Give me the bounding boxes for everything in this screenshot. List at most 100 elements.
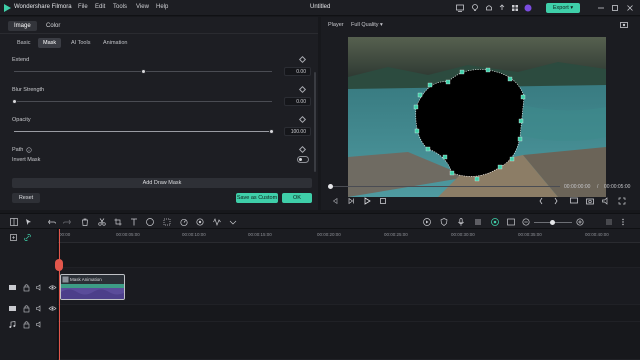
menu-view[interactable]: View xyxy=(136,4,149,10)
tab-color[interactable]: Color xyxy=(40,21,66,31)
render-play-icon[interactable] xyxy=(422,217,432,227)
keyframe-diamond-icon[interactable] xyxy=(298,55,307,64)
panel-scrollbar[interactable] xyxy=(314,72,316,172)
speed-icon[interactable] xyxy=(179,217,189,227)
subtab-mask[interactable]: Mask xyxy=(38,38,62,48)
playhead[interactable] xyxy=(59,229,60,360)
extend-slider-thumb[interactable] xyxy=(141,69,146,74)
lock-icon[interactable] xyxy=(22,320,31,329)
display-icon[interactable] xyxy=(569,196,579,206)
tab-image[interactable]: Image xyxy=(8,21,37,31)
zoom-out-icon[interactable] xyxy=(521,217,531,227)
blur-strength-slider[interactable] xyxy=(14,101,272,102)
add-track-icon[interactable] xyxy=(9,233,18,242)
keyframe-diamond-icon[interactable] xyxy=(298,85,307,94)
mark-in-icon[interactable] xyxy=(537,197,545,205)
play-icon[interactable] xyxy=(363,197,371,205)
close-icon[interactable] xyxy=(625,3,635,13)
progress-thumb[interactable] xyxy=(328,184,333,189)
menu-tools[interactable]: Tools xyxy=(113,4,127,10)
ruler-label: 00:00:40:00 xyxy=(585,232,609,237)
lock-icon[interactable] xyxy=(22,304,31,313)
maximize-icon[interactable] xyxy=(610,3,620,13)
video-preview[interactable] xyxy=(348,37,606,197)
magnet-icon[interactable] xyxy=(506,217,516,227)
grid-icon[interactable] xyxy=(510,3,520,13)
ok-button[interactable]: OK xyxy=(282,193,312,203)
volume-icon[interactable] xyxy=(601,196,611,206)
zoom-in-icon[interactable] xyxy=(575,217,585,227)
export-button[interactable]: Export ▾ xyxy=(546,3,580,13)
camera-icon[interactable] xyxy=(585,196,595,206)
subtab-ai-tools[interactable]: AI Tools xyxy=(66,38,95,48)
stop-icon[interactable] xyxy=(379,197,387,205)
track-row[interactable] xyxy=(58,268,640,305)
keyframe-diamond-icon[interactable] xyxy=(298,145,307,154)
play-frame-icon[interactable] xyxy=(347,197,355,205)
color-palette-icon[interactable] xyxy=(145,217,155,227)
mute-icon[interactable] xyxy=(35,283,44,292)
snapshot-icon[interactable] xyxy=(619,20,629,30)
keyframe-diamond-icon[interactable] xyxy=(298,115,307,124)
blur-strength-value[interactable]: 0.00 xyxy=(284,97,311,106)
timeline-ruler[interactable]: 00:00 00:00:05:00 00:00:10:00 00:00:15:0… xyxy=(58,229,640,243)
total-time: 00:00:05:00 xyxy=(604,184,631,190)
track-row[interactable] xyxy=(58,243,640,268)
eye-icon[interactable] xyxy=(48,304,57,313)
audio-adjust-icon[interactable] xyxy=(212,217,222,227)
redo-icon[interactable] xyxy=(62,217,72,227)
link-icon[interactable] xyxy=(23,233,32,242)
upload-icon[interactable] xyxy=(497,3,507,13)
layout-icon[interactable] xyxy=(9,217,19,227)
add-draw-mask-button[interactable]: Add Draw Mask xyxy=(12,178,312,188)
menu-help[interactable]: Help xyxy=(156,4,168,10)
track-row[interactable] xyxy=(58,305,640,322)
shield-icon[interactable] xyxy=(439,217,449,227)
playhead-handle[interactable] xyxy=(55,259,63,271)
quality-dropdown[interactable]: Full Quality ▾ xyxy=(351,22,383,28)
text-icon[interactable] xyxy=(129,217,139,227)
lock-icon[interactable] xyxy=(22,283,31,292)
select-icon[interactable] xyxy=(24,217,34,227)
list-icon[interactable] xyxy=(473,217,483,227)
info-icon[interactable] xyxy=(26,147,32,153)
delete-icon[interactable] xyxy=(80,217,90,227)
subtab-basic[interactable]: Basic xyxy=(12,38,35,48)
reset-button[interactable]: Reset xyxy=(12,193,40,203)
transform-icon[interactable] xyxy=(162,217,172,227)
eye-icon[interactable] xyxy=(48,283,57,292)
mark-out-icon[interactable] xyxy=(552,197,560,205)
ai-effects-icon[interactable] xyxy=(490,217,500,227)
zoom-slider-thumb[interactable] xyxy=(550,220,555,225)
scissors-icon[interactable] xyxy=(97,217,107,227)
invert-mask-toggle[interactable] xyxy=(297,156,309,163)
save-as-custom-button[interactable]: Save as Custom xyxy=(236,193,278,203)
timeline-view-icon[interactable] xyxy=(604,217,614,227)
minimize-icon[interactable] xyxy=(596,3,606,13)
microphone-icon[interactable] xyxy=(456,217,466,227)
subtab-animation[interactable]: Animation xyxy=(98,38,132,48)
lightbulb-icon[interactable] xyxy=(470,3,480,13)
more-options-icon[interactable] xyxy=(618,217,628,227)
extend-value[interactable]: 0.00 xyxy=(284,67,311,76)
user-avatar-icon[interactable] xyxy=(523,3,533,13)
fullscreen-icon[interactable] xyxy=(617,196,627,206)
crop-icon[interactable] xyxy=(113,217,123,227)
green-screen-icon[interactable] xyxy=(195,217,205,227)
opacity-value[interactable]: 100.00 xyxy=(284,127,311,136)
menu-edit[interactable]: Edit xyxy=(95,4,105,10)
opacity-slider[interactable] xyxy=(14,131,272,132)
previous-frame-icon[interactable] xyxy=(331,197,339,205)
blur-strength-slider-thumb[interactable] xyxy=(12,99,17,104)
progress-bar[interactable] xyxy=(330,186,560,187)
track-row[interactable] xyxy=(58,322,640,360)
opacity-slider-thumb[interactable] xyxy=(269,129,274,134)
mute-icon[interactable] xyxy=(35,304,44,313)
monitor-icon[interactable] xyxy=(455,3,465,13)
video-clip[interactable]: Mask Animation xyxy=(60,274,125,300)
bell-icon[interactable] xyxy=(484,3,494,13)
mute-icon[interactable] xyxy=(35,320,44,329)
undo-icon[interactable] xyxy=(47,217,57,227)
more-tools-icon[interactable] xyxy=(228,217,238,227)
menu-file[interactable]: File xyxy=(78,4,88,10)
